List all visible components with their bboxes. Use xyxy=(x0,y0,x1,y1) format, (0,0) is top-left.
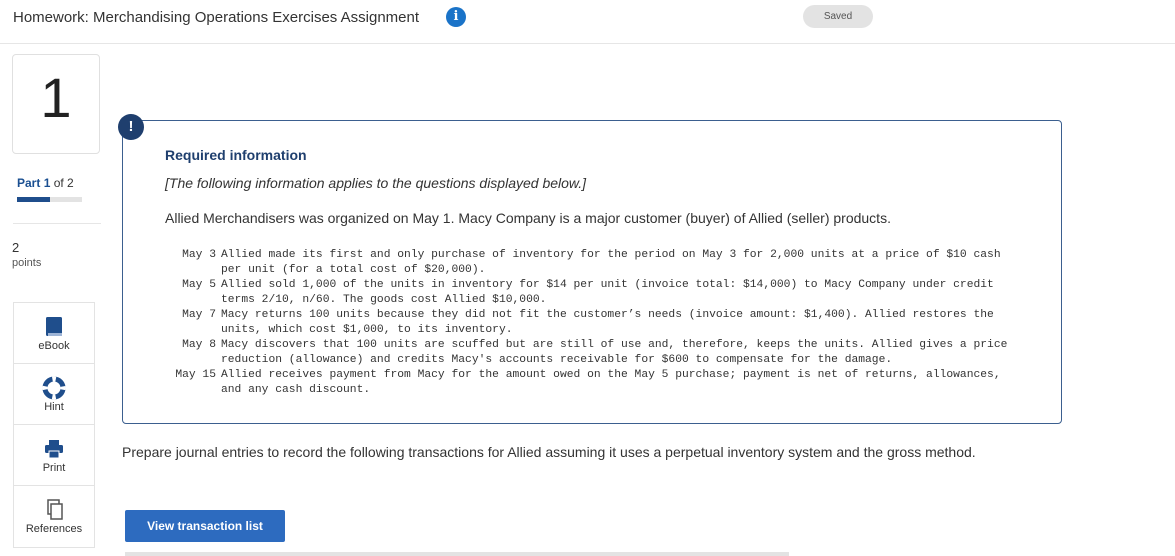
transaction-date: May 7 xyxy=(182,309,216,321)
transaction-text: Allied made its first and only purchase … xyxy=(221,249,1001,276)
transaction-text: Allied sold 1,000 of the units in invent… xyxy=(221,279,994,306)
question-number: 1 xyxy=(40,66,72,129)
transaction-date: May 3 xyxy=(182,249,216,261)
ebook-label: eBook xyxy=(38,340,70,352)
transaction-row: May 15 Allied receives payment from Macy… xyxy=(163,368,1026,398)
part-of: of 2 xyxy=(53,176,74,190)
divider xyxy=(125,552,789,556)
transaction-row: May 8 Macy discovers that 100 units are … xyxy=(163,338,1026,368)
question-number-box: 1 xyxy=(12,54,100,154)
transaction-date: May 5 xyxy=(182,279,216,291)
transaction-row: May 3 Allied made its first and only pur… xyxy=(163,248,1026,278)
alert-icon: ! xyxy=(118,114,144,140)
required-title: Required information xyxy=(165,147,307,163)
points-value: 2 xyxy=(12,240,20,255)
saved-badge: Saved xyxy=(803,5,873,28)
ebook-button[interactable]: eBook xyxy=(13,302,95,365)
assignment-title: Homework: Merchandising Operations Exerc… xyxy=(13,9,420,26)
required-intro: Allied Merchandisers was organized on Ma… xyxy=(165,210,891,226)
references-label: References xyxy=(25,523,83,535)
transaction-text: Macy returns 100 units because they did … xyxy=(221,309,994,336)
info-icon[interactable]: i xyxy=(446,7,466,27)
transaction-row: May 7 Macy returns 100 units because the… xyxy=(163,308,1026,338)
print-label: Print xyxy=(42,462,66,474)
hint-label: Hint xyxy=(44,401,64,413)
question-sidebar: 1 Part 1 of 2 2 points eBook Hint Print … xyxy=(0,44,103,556)
printer-icon xyxy=(14,437,94,461)
divider xyxy=(13,223,101,224)
print-button[interactable]: Print xyxy=(13,424,95,487)
top-bar: Homework: Merchandising Operations Exerc… xyxy=(0,0,1175,44)
hint-button[interactable]: Hint xyxy=(13,363,95,426)
part-label: Part xyxy=(17,176,41,190)
part-indicator: Part 1 of 2 xyxy=(17,176,74,190)
view-transaction-list-button[interactable]: View transaction list xyxy=(125,510,285,542)
part-progress-fill xyxy=(17,197,50,202)
required-information-panel: Required information [The following info… xyxy=(122,120,1062,424)
transaction-date: May 15 xyxy=(175,369,216,381)
part-current: 1 xyxy=(43,176,51,190)
transaction-list: May 3 Allied made its first and only pur… xyxy=(163,248,1026,398)
question-prompt: Prepare journal entries to record the fo… xyxy=(122,444,976,460)
points-label: points xyxy=(12,257,42,269)
references-button[interactable]: References xyxy=(13,485,95,548)
part-progress-bar xyxy=(17,197,82,202)
required-note: [The following information applies to th… xyxy=(165,175,587,191)
transaction-row: May 5 Allied sold 1,000 of the units in … xyxy=(163,278,1026,308)
transaction-text: Macy discovers that 100 units are scuffe… xyxy=(221,339,1008,366)
transaction-text: Allied receives payment from Macy for th… xyxy=(221,369,1001,396)
transaction-date: May 8 xyxy=(182,339,216,351)
book-icon xyxy=(14,315,94,339)
copy-icon xyxy=(14,498,94,522)
lifebuoy-icon xyxy=(14,376,94,400)
